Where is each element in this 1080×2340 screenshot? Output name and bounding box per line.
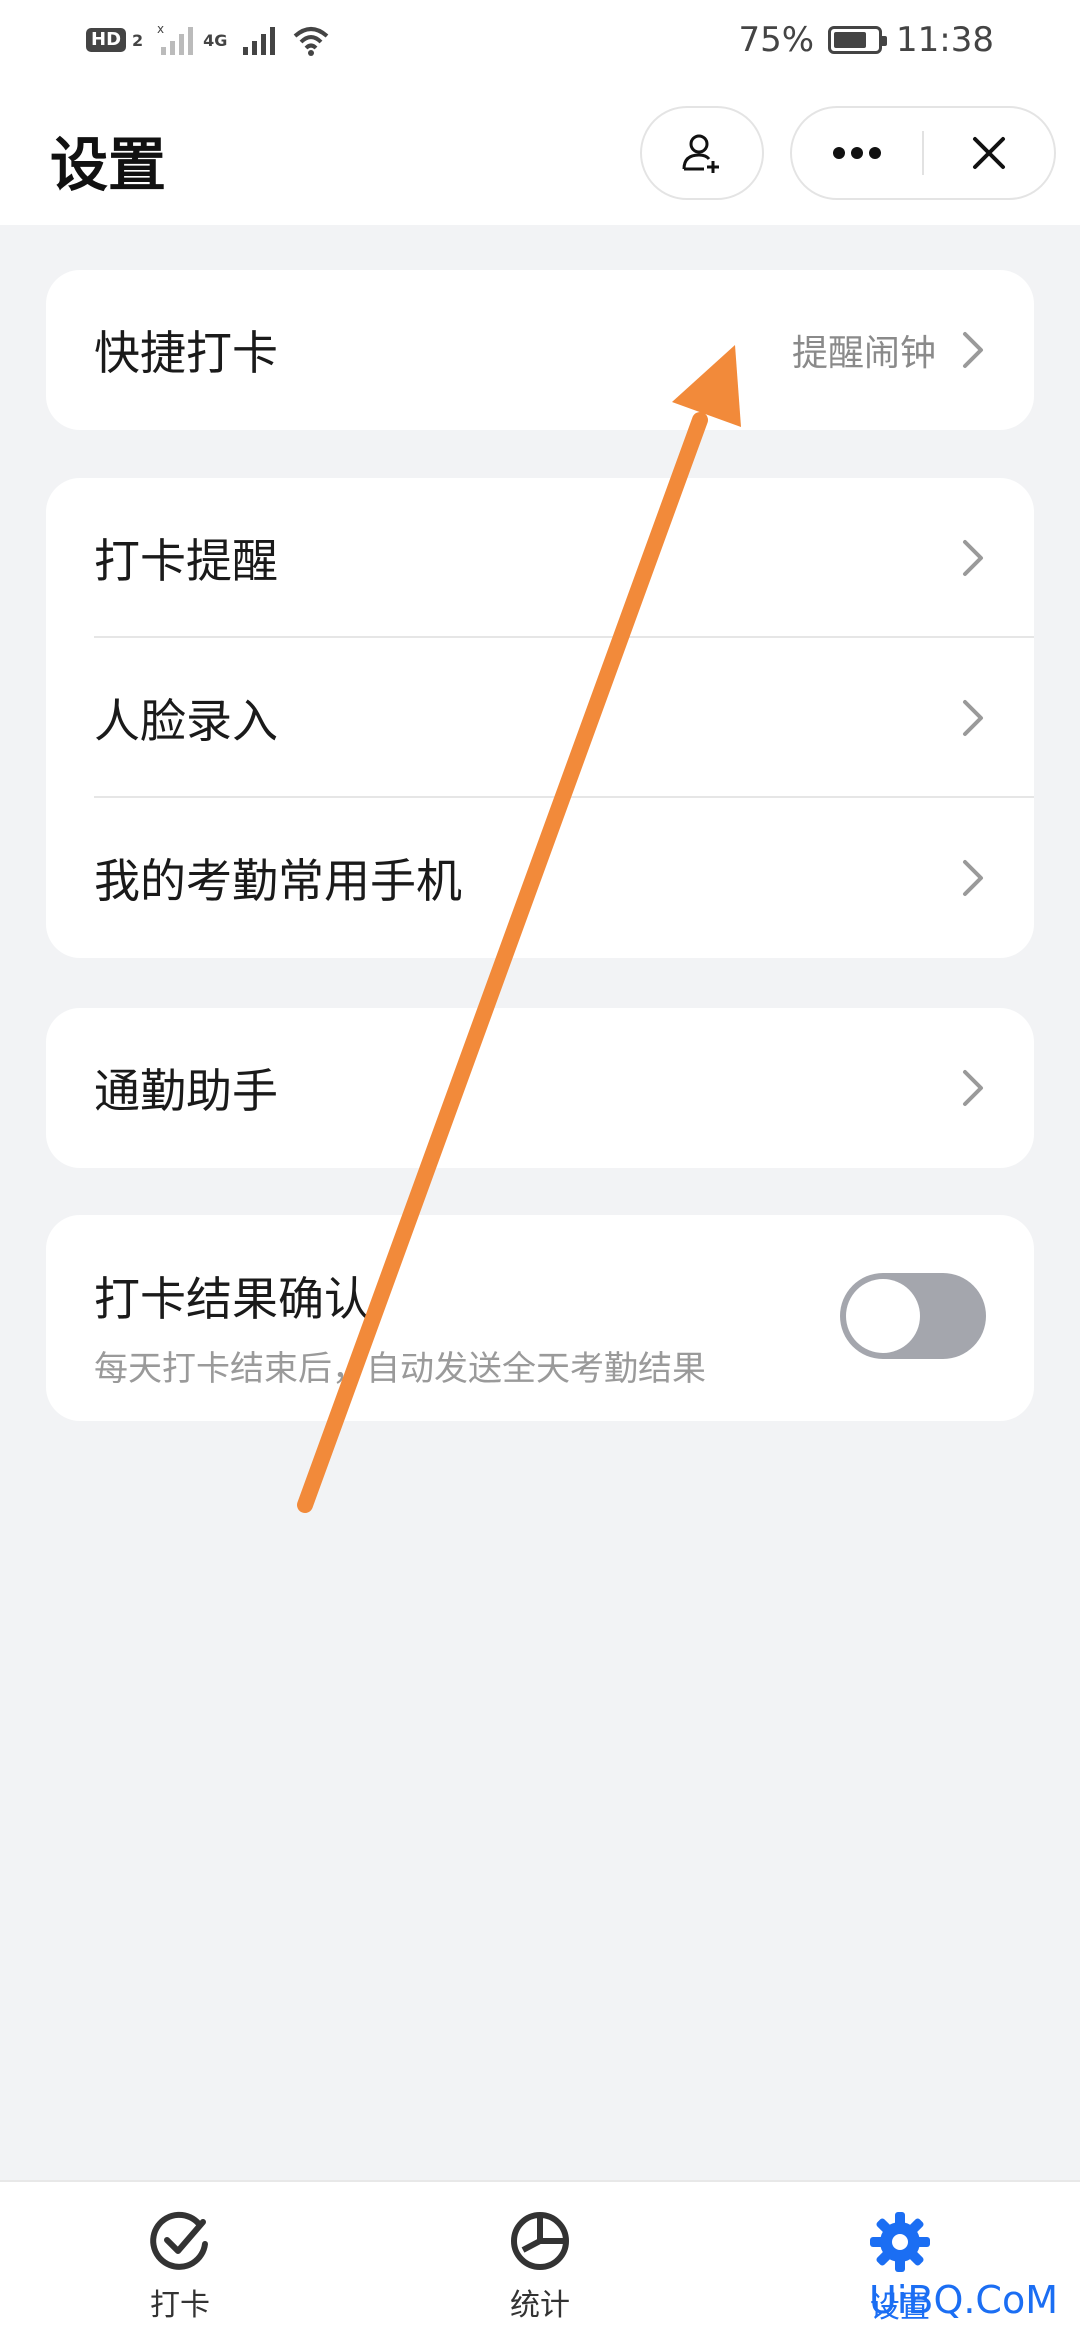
punch-reminder-label: 打卡提醒 (94, 534, 278, 588)
commute-helper-card: 通勤助手 (46, 1008, 1034, 1168)
watermark: UiBQ.CoM (869, 2278, 1058, 2322)
punch-reminder-row[interactable]: 打卡提醒 (46, 478, 1034, 638)
chevron-right-icon (960, 328, 986, 372)
clock: 11:38 (896, 20, 994, 60)
status-bar-left: HD 2 x 4G (86, 23, 331, 57)
punch-confirm-card: 打卡结果确认 每天打卡结束后，自动发送全天考勤结果 (46, 1215, 1034, 1421)
network-type-label: 4G (203, 30, 228, 50)
toggle-knob (846, 1279, 920, 1353)
punch-confirm-row: 打卡结果确认 每天打卡结束后，自动发送全天考勤结果 (46, 1215, 1034, 1421)
signal-no-service-icon: x (157, 23, 194, 55)
quick-punch-label: 快捷打卡 (94, 326, 278, 380)
signal-strength-icon (243, 27, 276, 55)
battery-icon (828, 26, 888, 54)
quick-punch-card: 快捷打卡 提醒闹钟 (46, 270, 1034, 430)
nav-item-stats[interactable]: 统计 (440, 2182, 640, 2340)
pie-chart-icon (511, 2212, 569, 2270)
punch-confirm-toggle[interactable] (840, 1273, 986, 1359)
status-bar-right: 75% 11:38 (738, 20, 994, 60)
attendance-settings-card: 打卡提醒 人脸录入 我的考勤常用手机 (46, 478, 1034, 958)
chevron-right-icon (960, 696, 986, 740)
common-phone-right (960, 798, 986, 958)
close-icon (972, 137, 1005, 169)
page-header: 设置 (0, 80, 1080, 225)
nav-label-stats: 统计 (510, 2288, 570, 2323)
chevron-right-icon (960, 856, 986, 900)
svg-text:x: x (157, 23, 164, 36)
sim-slot-label: 2 (132, 30, 144, 50)
nav-item-punch[interactable]: 打卡 (80, 2182, 280, 2340)
close-button[interactable] (924, 108, 1054, 198)
add-contact-button[interactable] (640, 106, 764, 200)
face-enroll-label: 人脸录入 (94, 694, 278, 748)
common-phone-label: 我的考勤常用手机 (94, 854, 462, 908)
face-enroll-right (960, 638, 986, 798)
more-dots-icon (833, 147, 881, 159)
chevron-right-icon (960, 536, 986, 580)
chevron-right-icon (960, 1066, 986, 1110)
app-screen: HD 2 x 4G 75% 11:38 设置 快捷打卡 提醒闹钟 打卡提醒 人脸… (0, 0, 1080, 2340)
page-title: 设置 (50, 131, 167, 199)
wifi-icon (294, 27, 329, 56)
nav-label-punch: 打卡 (150, 2288, 210, 2323)
battery-percent: 75% (738, 20, 815, 60)
status-bar: HD 2 x 4G 75% 11:38 (0, 0, 1080, 80)
punch-reminder-right (960, 478, 986, 638)
battery-fill (834, 32, 866, 48)
check-circle-icon (150, 2211, 208, 2270)
gear-icon (870, 2212, 930, 2272)
hd-voice-badge: HD (86, 28, 127, 52)
commute-helper-label: 通勤助手 (94, 1064, 278, 1118)
commute-helper-right (960, 1008, 986, 1168)
mini-program-capsule (790, 106, 1056, 200)
quick-punch-row[interactable]: 快捷打卡 提醒闹钟 (46, 270, 1034, 430)
face-enroll-row[interactable]: 人脸录入 (46, 638, 1034, 798)
add-person-icon (682, 134, 719, 173)
common-phone-row[interactable]: 我的考勤常用手机 (46, 798, 1034, 958)
bottom-nav: 打卡 统计 设置 UiBQ.CoM (0, 2180, 1080, 2340)
commute-helper-row[interactable]: 通勤助手 (46, 1008, 1034, 1168)
quick-punch-value: 提醒闹钟 (791, 333, 936, 374)
more-button[interactable] (792, 108, 922, 198)
quick-punch-right: 提醒闹钟 (792, 270, 986, 430)
